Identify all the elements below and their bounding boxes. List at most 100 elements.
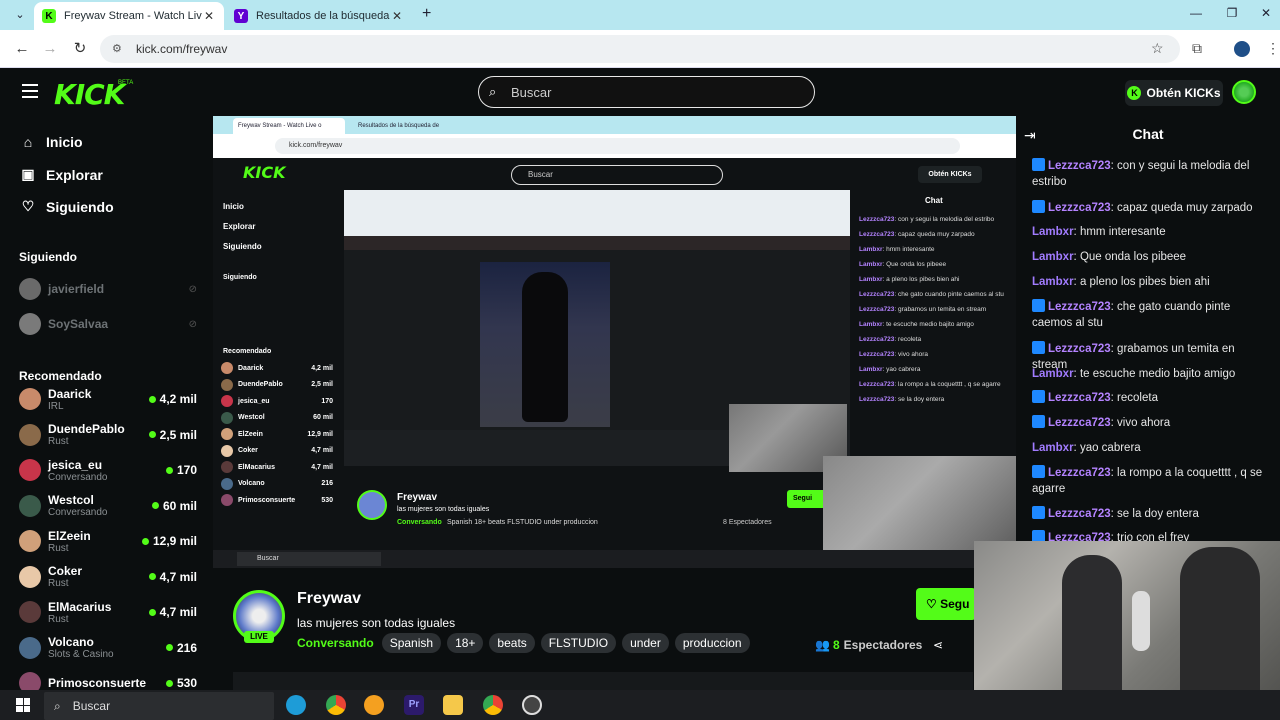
recommended-item[interactable]: Volcano Slots & Casino 216	[19, 631, 197, 665]
video-address-bar: kick.com/freywav	[213, 134, 1016, 158]
viewers-text: 4,7 mil	[159, 569, 197, 584]
recommended-item[interactable]: jesica_eu Conversando 170	[19, 453, 197, 487]
chat-message: Lambxr: yao cabrera	[1032, 440, 1272, 456]
restore-icon[interactable]: ❐	[1222, 6, 1242, 20]
chat-username[interactable]: Lezzzca723	[1048, 160, 1111, 172]
chat-message: Lezzzca723: vivo ahora	[1032, 415, 1272, 431]
chat-username[interactable]: Lezzzca723	[1048, 508, 1111, 520]
site-info-icon[interactable]: ⚙	[112, 42, 126, 56]
video-category: Conversando	[397, 519, 442, 526]
obs-icon[interactable]	[522, 695, 542, 715]
file-explorer-icon[interactable]	[443, 695, 463, 715]
recommended-item[interactable]: Coker Rust 4,7 mil	[19, 560, 197, 594]
heart-icon: ♡	[21, 198, 35, 214]
tab-search-results[interactable]: Y Resultados de la búsqueda de ✕	[226, 2, 412, 30]
chat-username[interactable]: Lambxr	[1032, 368, 1074, 380]
stream-tag[interactable]: 18+	[447, 633, 484, 653]
following-item[interactable]: SoySalvaa ⊘	[19, 310, 197, 338]
share-icon[interactable]: ⋖	[933, 638, 943, 652]
tab-title: Freywav Stream - Watch Live o	[64, 10, 202, 22]
chat-username[interactable]: Lambxr	[1032, 276, 1074, 288]
recommended-item[interactable]: ElZeein Rust 12,9 mil	[19, 524, 197, 558]
taskbar-search[interactable]: ⌕ Buscar	[44, 692, 274, 720]
video-chat-text: Que onda los pibeee	[886, 261, 947, 268]
video-chat-user: Lezzzca723	[859, 396, 895, 403]
channel-info: ElZeein Rust	[48, 529, 142, 554]
stream-tag[interactable]: beats	[489, 633, 535, 653]
tab-search-icon[interactable]: ⌄	[10, 6, 30, 24]
chrome-active-icon[interactable]	[483, 695, 503, 715]
following-item[interactable]: javierfield ⊘	[19, 275, 197, 303]
nav-siguiendo[interactable]: ♡ Siguiendo	[20, 198, 114, 215]
video-tags: Spanish 18+ beats FLSTUDIO under producc…	[447, 519, 598, 526]
new-tab-icon[interactable]: +	[422, 5, 431, 23]
nav-explorar[interactable]: ▣ Explorar	[20, 166, 102, 183]
search-input[interactable]: ⌕ Buscar	[478, 76, 815, 108]
channel-name: ElZeein	[238, 430, 263, 438]
chat-username[interactable]: Lezzzca723	[1048, 467, 1111, 479]
chat-username[interactable]: Lambxr	[1032, 442, 1074, 454]
tab-freywav-stream[interactable]: K Freywav Stream - Watch Live o ✕	[34, 2, 224, 30]
video-section-title: Siguiendo	[223, 274, 257, 281]
recommended-item[interactable]: ElMacarius Rust 4,7 mil	[19, 595, 197, 629]
stream-tag[interactable]: under	[622, 633, 669, 653]
chat-username[interactable]: Lezzzca723	[1048, 343, 1111, 355]
channel-name: ElMacarius	[238, 463, 275, 471]
chat-username[interactable]: Lambxr	[1032, 226, 1074, 238]
nav-inicio[interactable]: ⌂ Inicio	[20, 134, 83, 150]
video-chat-text: capaz queda muy zarpado	[898, 231, 975, 238]
chat-username[interactable]: Lezzzca723	[1048, 392, 1111, 404]
chat-username[interactable]: Lezzzca723	[1048, 202, 1111, 214]
stream-info-divider	[233, 672, 973, 690]
close-tab-icon[interactable]: ✕	[390, 9, 404, 23]
video-nav-item: Inicio	[223, 202, 244, 211]
premiere-icon[interactable]: Pr	[404, 695, 424, 715]
video-chat-user: Lambxr	[859, 276, 883, 283]
profile-avatar[interactable]	[1234, 41, 1250, 57]
recommended-item[interactable]: Westcol Conversando 60 mil	[19, 489, 197, 523]
windows-start-icon[interactable]	[16, 698, 30, 712]
follow-button[interactable]: ♡ Segu	[916, 588, 976, 620]
viewers-label: Espectadores	[843, 638, 923, 652]
edge-icon[interactable]	[286, 695, 306, 715]
avatar	[19, 278, 41, 300]
reload-icon[interactable]: ↻	[70, 39, 90, 59]
video-url: kick.com/freywav	[275, 138, 960, 154]
video-chat-text: grabamos un temita en stream	[898, 306, 987, 313]
video-chat-text: la rompo a la coquetttt , q se agarre	[898, 381, 1001, 388]
live-dot	[165, 466, 173, 474]
kick-logo[interactable]: KICK	[54, 78, 125, 111]
bookmark-star-icon[interactable]: ☆	[1151, 40, 1164, 57]
video-player[interactable]: Freywav Stream - Watch Live o Resultados…	[213, 116, 1016, 568]
forward-icon[interactable]: →	[40, 39, 60, 59]
app-icon[interactable]	[364, 695, 384, 715]
stream-tag[interactable]: Spanish	[381, 633, 442, 653]
chat-username[interactable]: Lezzzca723	[1048, 301, 1111, 313]
video-chat-line: Lambxr: a pleno los pibes bien ahi	[859, 276, 960, 283]
browser-menu-icon[interactable]: ⋮	[1266, 40, 1280, 57]
recommended-item[interactable]: Daarick IRL 4,2 mil	[19, 382, 197, 416]
minimize-icon[interactable]: —	[1186, 6, 1206, 20]
chat-username[interactable]: Lezzzca723	[1048, 417, 1111, 429]
recommended-item[interactable]: DuendePablo Rust 2,5 mil	[19, 418, 197, 452]
url-field[interactable]: ⚙ kick.com/freywav	[100, 35, 1180, 63]
window-close-icon[interactable]: ✕	[1256, 6, 1276, 20]
close-tab-icon[interactable]: ✕	[202, 9, 216, 23]
streamer-name[interactable]: Freywav	[297, 590, 361, 608]
hamburger-menu-icon[interactable]	[22, 84, 38, 98]
taskbar-search-placeholder: Buscar	[72, 699, 111, 713]
avatar	[19, 459, 41, 481]
channel-category: Rust	[48, 613, 69, 625]
chrome-icon[interactable]	[326, 695, 346, 715]
extensions-icon[interactable]: ⧉	[1192, 40, 1202, 57]
chat-username[interactable]: Lambxr	[1032, 251, 1074, 263]
user-avatar[interactable]	[1232, 80, 1256, 104]
video-chat-line: Lezzzca723: la rompo a la coquetttt , q …	[859, 381, 1001, 388]
stream-tag[interactable]: FLSTUDIO	[540, 633, 617, 653]
get-kicks-button[interactable]: K Obtén KICKs	[1125, 80, 1223, 106]
stream-tag[interactable]: produccion	[674, 633, 750, 653]
stream-category[interactable]: Conversando	[297, 636, 374, 650]
recommended-title: Recomendado	[19, 369, 102, 383]
video-chat-user: Lezzzca723	[859, 336, 895, 343]
back-icon[interactable]: ←	[12, 39, 32, 59]
